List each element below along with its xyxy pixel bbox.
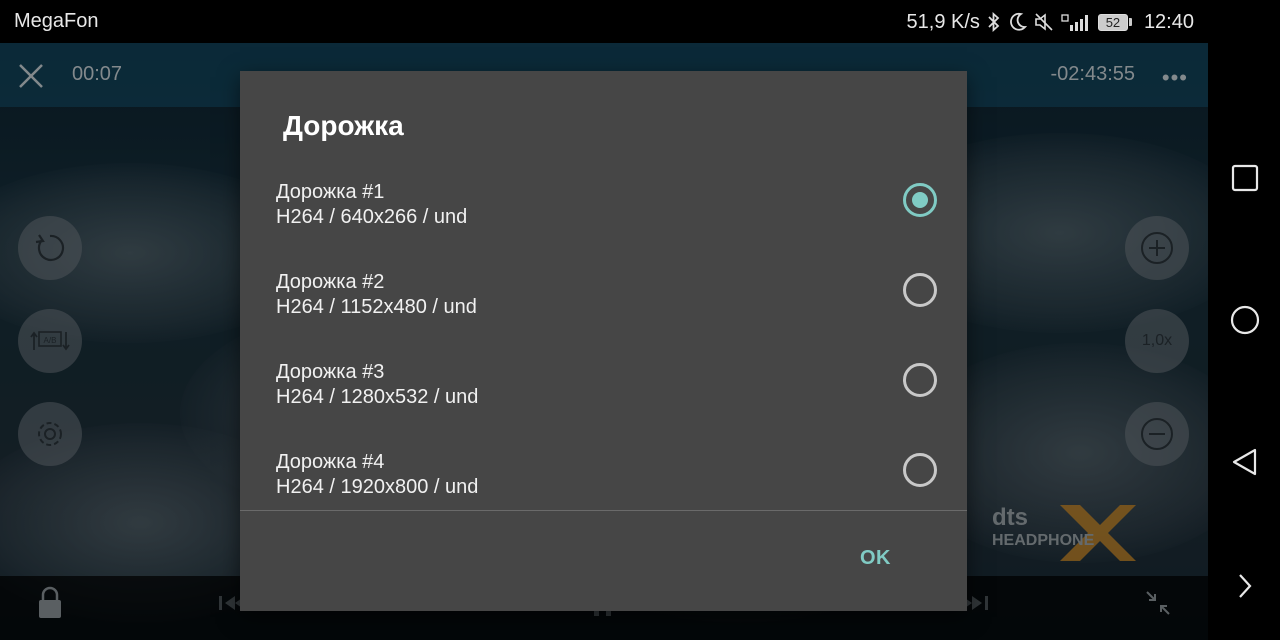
track-name: Дорожка #4 — [276, 451, 385, 473]
track-detail: H264 / 1920x800 / und — [276, 476, 479, 498]
radio-button-selected[interactable] — [903, 183, 937, 217]
track-option-1[interactable]: Дорожка #1 H264 / 640x266 / und — [240, 181, 967, 271]
battery-level: 52 — [1097, 13, 1128, 31]
track-option-3[interactable]: Дорожка #3 H264 / 1280x532 / und — [240, 361, 967, 451]
track-detail: H264 / 640x266 / und — [276, 206, 468, 228]
mute-icon — [1035, 13, 1053, 31]
status-bar: MegaFon 51,9 K/s 52 12:40 — [0, 0, 1280, 43]
radio-button[interactable] — [903, 363, 937, 397]
network-speed: 51,9 K/s — [906, 10, 980, 33]
dialog-divider — [240, 510, 967, 511]
radio-button[interactable] — [903, 273, 937, 307]
moon-icon — [1010, 12, 1028, 31]
chevron-right-icon[interactable] — [1230, 571, 1260, 601]
track-selection-dialog: Дорожка Дорожка #1 H264 / 640x266 / und … — [240, 71, 967, 611]
bluetooth-icon — [988, 11, 1000, 33]
recents-square-icon[interactable] — [1230, 163, 1260, 193]
track-option-2[interactable]: Дорожка #2 H264 / 1152x480 / und — [240, 271, 967, 361]
track-name: Дорожка #1 — [276, 181, 385, 203]
back-triangle-icon[interactable] — [1230, 447, 1260, 477]
radio-button[interactable] — [903, 453, 937, 487]
ok-button[interactable]: OK — [860, 547, 891, 570]
track-option-4[interactable]: Дорожка #4 H264 / 1920x800 / und — [240, 451, 967, 541]
home-circle-icon[interactable] — [1230, 305, 1260, 335]
track-name: Дорожка #3 — [276, 361, 385, 383]
clock: 12:40 — [1143, 10, 1194, 33]
navigation-bar — [1208, 0, 1280, 640]
dialog-title: Дорожка — [283, 110, 404, 141]
carrier-name: MegaFon — [14, 10, 99, 32]
track-detail: H264 / 1152x480 / und — [276, 296, 477, 318]
signal-icon — [1061, 14, 1088, 31]
battery-icon: 52 — [1097, 13, 1132, 31]
status-icons: 51,9 K/s 52 12:40 — [907, 10, 1194, 34]
track-detail: H264 / 1280x532 / und — [276, 386, 479, 408]
track-name: Дорожка #2 — [276, 271, 385, 293]
